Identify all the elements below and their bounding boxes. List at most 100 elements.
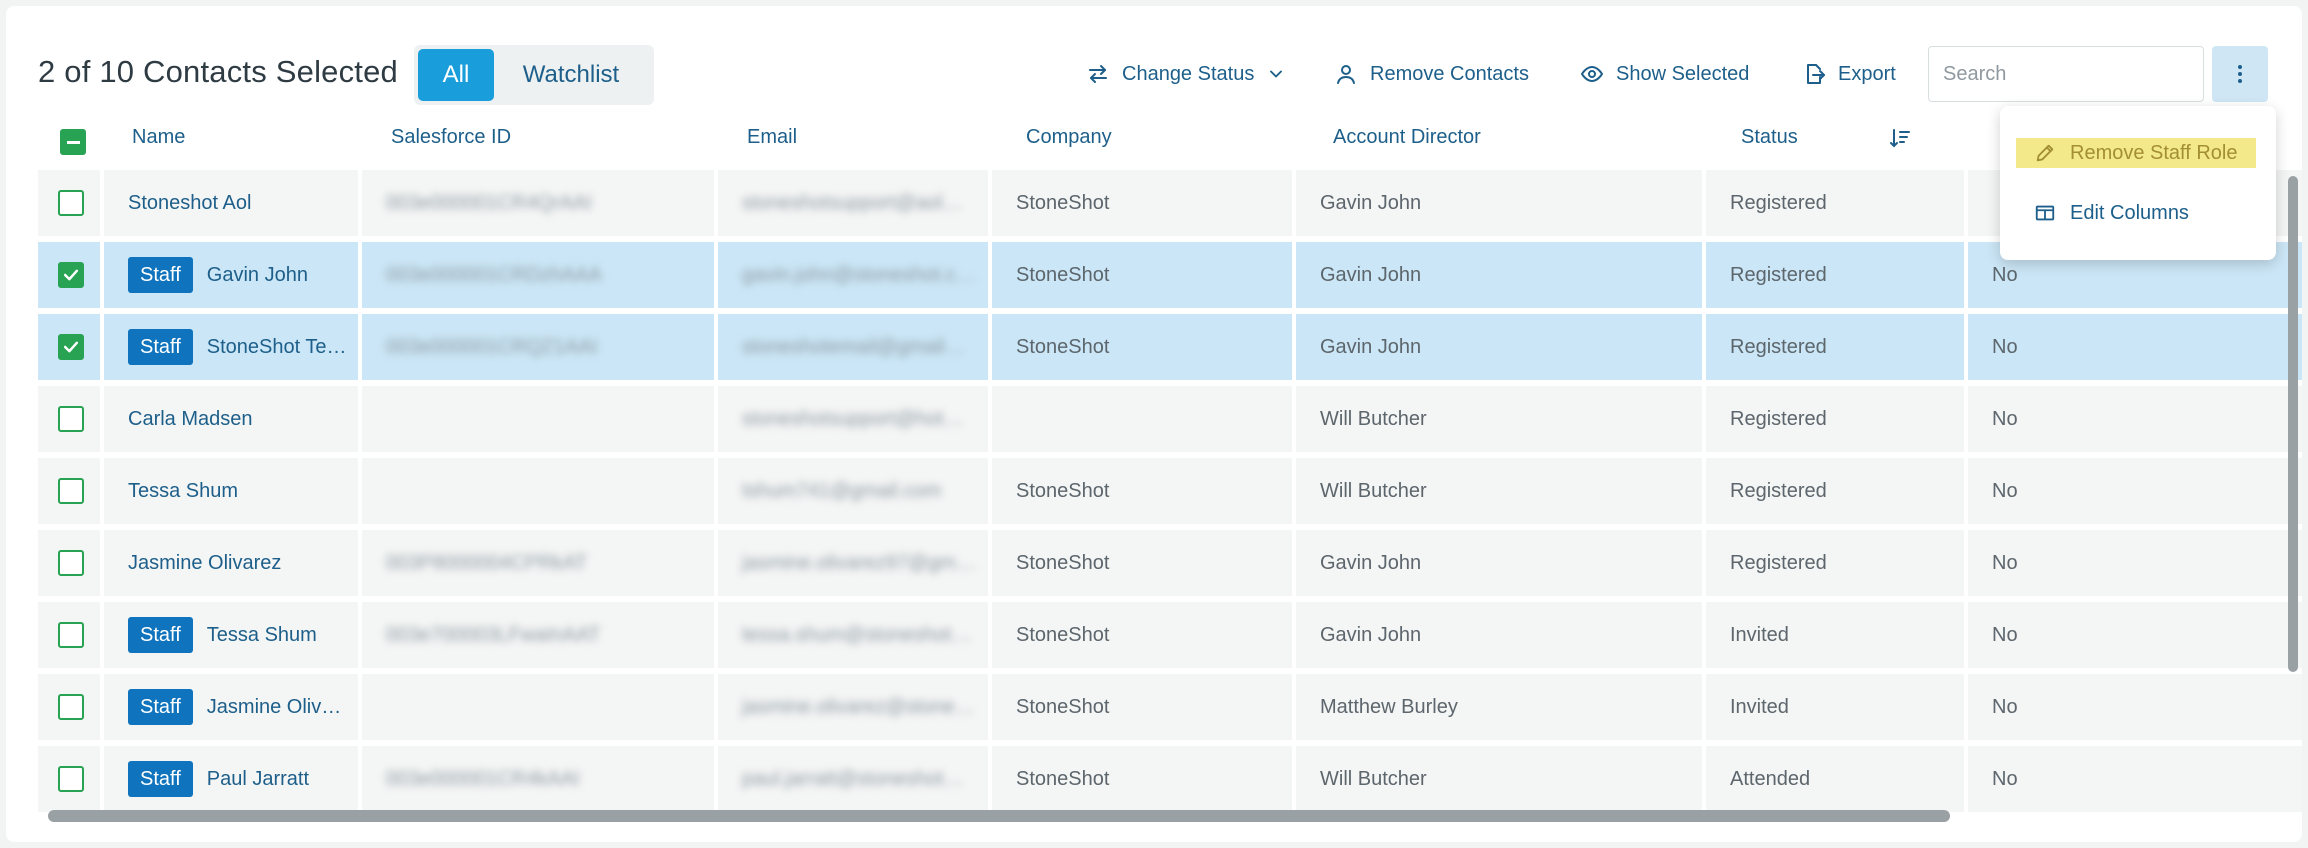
staff-badge: Staff	[128, 761, 193, 797]
contact-name: Stoneshot Aol	[128, 191, 252, 214]
account-director-cell: Will Butcher	[1296, 386, 1702, 452]
email-cell: stoneshotsupport@aol…	[718, 170, 988, 236]
eye-icon	[1580, 65, 1604, 83]
email: tessa.shum@stoneshot…	[742, 623, 972, 646]
remove-contacts-button[interactable]: Remove Contacts	[1334, 56, 1529, 92]
salesforce-id-cell: 003e000001CR4QrAAI	[362, 170, 714, 236]
company-cell: StoneShot	[992, 674, 1292, 740]
table-row[interactable]: Jasmine Olivarez 003P8000004CPRkAT jasmi…	[38, 530, 2302, 596]
salesforce-id-cell	[362, 674, 714, 740]
checkmark-icon	[63, 269, 79, 281]
column-header-salesforce-id[interactable]: Salesforce ID	[391, 126, 511, 149]
contact-name: Jasmine Olivarez	[128, 551, 282, 574]
name-cell[interactable]: Jasmine Olivarez	[104, 530, 358, 596]
table-row[interactable]: Staff StoneShot Te… 003e000001CRQZ1AAI st…	[38, 314, 2302, 380]
status-cell: Registered	[1706, 458, 1964, 524]
status-cell: Invited	[1706, 674, 1964, 740]
name-cell[interactable]: Staff Tessa Shum	[104, 602, 358, 668]
extra-cell: No	[1968, 674, 2302, 740]
column-header-account-director[interactable]: Account Director	[1333, 126, 1481, 149]
name-cell[interactable]: Staff Gavin John	[104, 242, 358, 308]
row-checkbox[interactable]	[58, 190, 84, 216]
name-cell[interactable]: Tessa Shum	[104, 458, 358, 524]
status-cell: Invited	[1706, 602, 1964, 668]
table-row[interactable]: Tessa Shum tshum741@gmail.com StoneShot …	[38, 458, 2302, 524]
contact-name: Paul Jarratt	[206, 767, 310, 790]
checkbox-cell	[38, 674, 100, 740]
row-checkbox[interactable]	[58, 766, 84, 792]
extra-cell: No	[1968, 458, 2302, 524]
row-checkbox[interactable]	[58, 478, 84, 504]
row-checkbox[interactable]	[58, 694, 84, 720]
checkbox-cell	[38, 458, 100, 524]
tab-all[interactable]: All	[418, 49, 494, 101]
checkbox-cell	[38, 170, 100, 236]
table-row[interactable]: Staff Gavin John 003e000001CRDzhAAA gavin…	[38, 242, 2302, 308]
table-row[interactable]: Stoneshot Aol 003e000001CR4QrAAI stonesh…	[38, 170, 2302, 236]
company-cell: StoneShot	[992, 602, 1292, 668]
row-checkbox[interactable]	[58, 262, 84, 288]
show-selected-button[interactable]: Show Selected	[1580, 56, 1749, 92]
contact-name: Gavin John	[206, 263, 308, 286]
horizontal-scrollbar[interactable]	[48, 810, 1950, 822]
edit-columns-menu-item[interactable]: Edit Columns	[2016, 198, 2207, 228]
export-button[interactable]: Export	[1802, 56, 1896, 92]
column-header-name[interactable]: Name	[132, 126, 185, 149]
edit-columns-label: Edit Columns	[2070, 201, 2189, 224]
row-checkbox[interactable]	[58, 406, 84, 432]
user-icon	[1337, 65, 1355, 84]
name-cell[interactable]: Staff StoneShot Te…	[104, 314, 358, 380]
status-cell: Registered	[1706, 242, 1964, 308]
remove-staff-role-menu-item[interactable]: Remove Staff Role	[2016, 138, 2256, 168]
email-cell: stoneshotsupport@hot…	[718, 386, 988, 452]
name-cell[interactable]: Stoneshot Aol	[104, 170, 358, 236]
name-cell[interactable]: Staff Jasmine Oliv…	[104, 674, 358, 740]
contact-name: Carla Madsen	[128, 407, 253, 430]
salesforce-id-cell: 003P8000004CPRkAT	[362, 530, 714, 596]
row-checkbox[interactable]	[58, 334, 84, 360]
email-cell: jasmine.olivarez@stone…	[718, 674, 988, 740]
status-cell: Registered	[1706, 170, 1964, 236]
pencil-icon	[2036, 144, 2054, 162]
checkmark-icon	[63, 341, 79, 353]
email: gavin.john@stoneshot.c…	[742, 263, 976, 286]
account-director-cell: Will Butcher	[1296, 746, 1702, 812]
table-row[interactable]: Staff Jasmine Oliv… jasmine.olivarez@ston…	[38, 674, 2302, 740]
more-options-menu: Remove Staff Role Edit Columns	[2000, 106, 2276, 260]
remove-staff-role-label: Remove Staff Role	[2070, 141, 2238, 164]
select-all-checkbox[interactable]	[60, 129, 86, 155]
table-row[interactable]: Carla Madsen stoneshotsupport@hot… Will …	[38, 386, 2302, 452]
search-input[interactable]	[1943, 62, 2208, 86]
sort-icon[interactable]	[1888, 126, 1912, 150]
swap-arrows-icon	[1089, 65, 1107, 83]
email: jasmine.olivarez@stone…	[742, 695, 975, 718]
column-header-email[interactable]: Email	[747, 126, 797, 149]
name-cell[interactable]: Carla Madsen	[104, 386, 358, 452]
company-cell: StoneShot	[992, 530, 1292, 596]
salesforce-id: 003e700003LFwaInAAT	[386, 623, 601, 646]
extra-cell: No	[1968, 530, 2302, 596]
account-director-cell: Gavin John	[1296, 242, 1702, 308]
table-row[interactable]: Staff Tessa Shum 003e700003LFwaInAAT tess…	[38, 602, 2302, 668]
email-cell: tshum741@gmail.com	[718, 458, 988, 524]
tab-watchlist[interactable]: Watchlist	[494, 49, 648, 101]
email: stoneshotemail@gmail…	[742, 335, 965, 358]
row-checkbox[interactable]	[58, 550, 84, 576]
status-cell: Registered	[1706, 314, 1964, 380]
chevron-down-icon	[1270, 70, 1283, 78]
search-box	[1928, 46, 2208, 102]
salesforce-id-cell: 003e000001CR4kAAI	[362, 746, 714, 812]
change-status-label: Change Status	[1122, 62, 1255, 85]
change-status-button[interactable]: Change Status	[1086, 56, 1286, 92]
checkbox-cell	[38, 530, 100, 596]
salesforce-id-cell	[362, 458, 714, 524]
row-checkbox[interactable]	[58, 622, 84, 648]
vertical-scrollbar[interactable]	[2288, 176, 2298, 672]
column-header-company[interactable]: Company	[1026, 126, 1112, 149]
salesforce-id-cell: 003e000001CRDzhAAA	[362, 242, 714, 308]
email-cell: paul.jarratt@stoneshot…	[718, 746, 988, 812]
name-cell[interactable]: Staff Paul Jarratt	[104, 746, 358, 812]
column-header-status[interactable]: Status	[1741, 126, 1798, 149]
more-options-button[interactable]	[2212, 46, 2268, 102]
table-row[interactable]: Staff Paul Jarratt 003e000001CR4kAAI paul…	[38, 746, 2302, 812]
